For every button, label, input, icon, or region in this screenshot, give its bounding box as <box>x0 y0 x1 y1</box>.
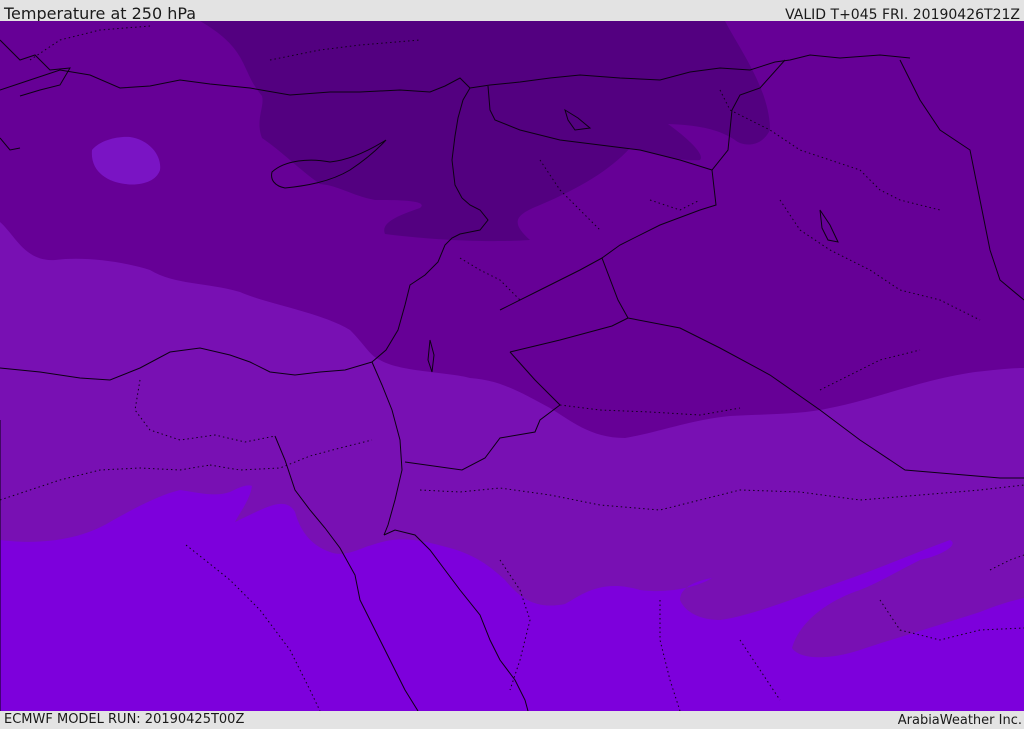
map-panel[interactable] <box>0 21 1024 711</box>
temperature-map <box>0 21 1024 711</box>
model-run-label: ECMWF MODEL RUN: 20190425T00Z <box>4 712 245 727</box>
header-bar: Temperature at 250 hPa VALID T+045 FRI. … <box>0 0 1024 23</box>
credit-label: ArabiaWeather Inc. <box>897 713 1022 728</box>
footer-bar: ECMWF MODEL RUN: 20190425T00Z ArabiaWeat… <box>0 711 1024 729</box>
